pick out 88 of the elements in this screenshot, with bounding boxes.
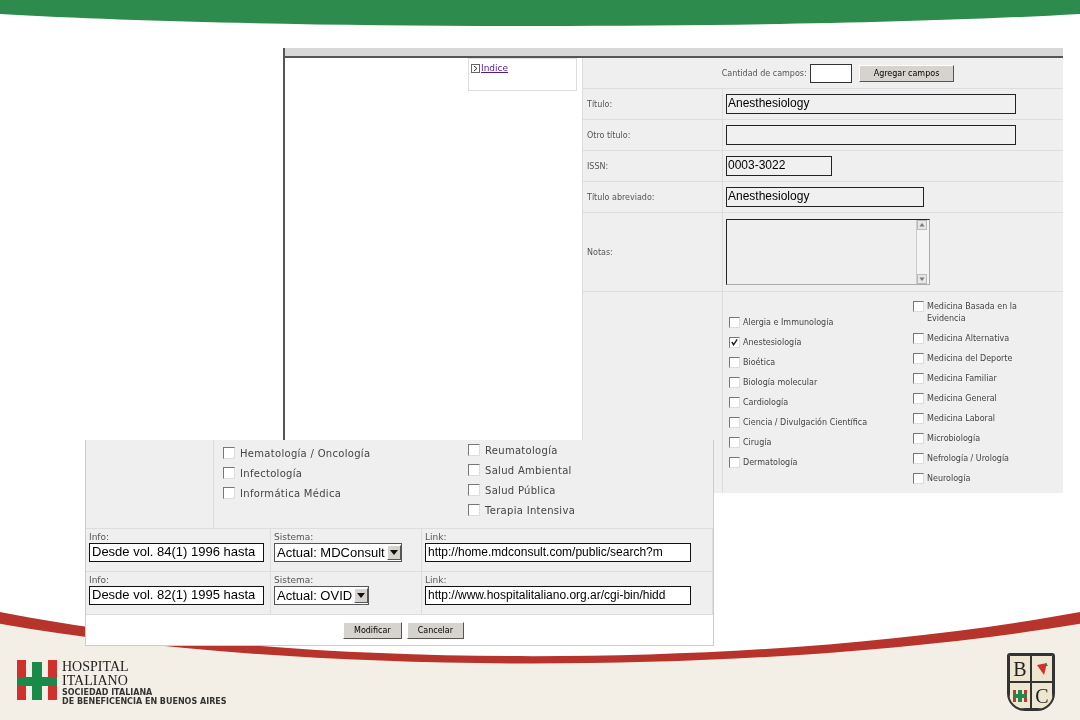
checkbox-label: Cirugía xyxy=(743,436,772,449)
scrollbar[interactable] xyxy=(916,220,929,284)
index-link[interactable]: Indice xyxy=(481,63,509,73)
crest-letter: B xyxy=(1013,658,1027,679)
checkbox-label: Biología molecular xyxy=(743,376,818,389)
notes-textarea[interactable] xyxy=(726,219,930,285)
hospital-cross-logo-icon xyxy=(17,660,57,700)
checkbox[interactable] xyxy=(729,396,740,408)
checkbox-label: Anestesiología xyxy=(743,336,802,349)
checkbox-label: Infectología xyxy=(240,467,303,479)
field-label: Notas: xyxy=(587,247,613,257)
checkbox-label: Nefrología / Urología xyxy=(927,452,1009,465)
checkbox[interactable] xyxy=(913,300,924,312)
field-label: Cantidad de campos: xyxy=(721,68,807,78)
checkbox-label: Salud Pública xyxy=(485,484,556,496)
form-button[interactable]: Modificar xyxy=(343,621,402,639)
field-label: ISSN: xyxy=(587,161,609,171)
checkbox[interactable] xyxy=(913,432,924,444)
checkbox[interactable] xyxy=(913,352,924,364)
field-label: Título abreviado: xyxy=(587,192,655,202)
logo-name: HOSPITAL xyxy=(62,660,130,674)
checkbox-label: Alergia e Immunología xyxy=(743,316,834,329)
field-label: Info: xyxy=(89,575,111,585)
checkbox-label: Hematología / Oncología xyxy=(240,447,371,459)
input-field[interactable]: Desde vol. 84(1) 1996 hasta xyxy=(89,543,264,562)
checkbox-label: Medicina Alternativa xyxy=(927,332,1010,345)
checkbox[interactable] xyxy=(729,376,740,388)
form-button[interactable]: Cancelar xyxy=(406,621,464,639)
checkbox-label: Informática Médica xyxy=(240,487,342,499)
checkbox[interactable] xyxy=(729,356,740,368)
scroll-up-icon[interactable] xyxy=(917,220,927,230)
checkbox-label: Neurología xyxy=(927,472,971,485)
input-field[interactable]: Anesthesiology xyxy=(726,94,1016,114)
logo-tagline: DE BENEFICENCIA EN BUENOS AIRES xyxy=(62,697,227,706)
checkbox-label: Cardiología xyxy=(743,396,789,409)
input-field[interactable]: 0003-3022 xyxy=(726,156,832,176)
field-label: Info: xyxy=(89,532,111,542)
checkbox[interactable] xyxy=(468,484,480,496)
input-field[interactable]: http://www.hospitalitaliano.org.ar/cgi-bin/hidd xyxy=(425,586,691,605)
checkbox[interactable] xyxy=(729,336,740,348)
cross-icon xyxy=(1013,688,1027,703)
checkbox[interactable] xyxy=(729,316,740,328)
checkbox[interactable] xyxy=(729,416,740,428)
checkbox-label: Bioética xyxy=(743,356,776,369)
checkbox[interactable] xyxy=(468,444,480,456)
checkbox-label: Ciencia / Divulgación Científica xyxy=(743,416,868,429)
input-field[interactable]: Anesthesiology xyxy=(726,187,924,207)
expand-icon xyxy=(471,64,480,73)
checkbox[interactable] xyxy=(223,447,235,459)
logo-name: ITALIANO xyxy=(62,674,129,688)
field-label: Otro título: xyxy=(587,130,631,140)
field-label: Link: xyxy=(425,575,448,585)
field-label: Título: xyxy=(587,99,613,109)
checkbox[interactable] xyxy=(913,452,924,464)
checkbox-label: Medicina Familiar xyxy=(927,372,997,385)
checkbox[interactable] xyxy=(223,467,235,479)
add-fields-button[interactable]: Agregar campos xyxy=(858,64,955,82)
logo-tagline: SOCIEDAD ITALIANA xyxy=(62,688,154,697)
field-label: Sistema: xyxy=(274,532,315,542)
checkbox[interactable] xyxy=(913,412,924,424)
input-field[interactable] xyxy=(809,63,852,83)
checkbox[interactable] xyxy=(913,472,924,484)
checkbox-label: Medicina General xyxy=(927,392,997,405)
crest-letter: C xyxy=(1035,685,1049,706)
checkbox[interactable] xyxy=(223,487,235,499)
checkbox[interactable] xyxy=(913,392,924,404)
checkbox-label: Medicina Laboral xyxy=(927,412,995,425)
field-label: Sistema: xyxy=(274,575,315,585)
checkbox-label: Microbiología xyxy=(927,432,981,445)
checkbox[interactable] xyxy=(729,456,740,468)
checkbox-label: Salud Ambiental xyxy=(485,464,572,476)
checkbox-label: Terapia Intensiva xyxy=(485,504,576,516)
field-label: Link: xyxy=(425,532,448,542)
input-field[interactable]: http://home.mdconsult.com/public/search?m xyxy=(425,543,691,562)
checkbox[interactable] xyxy=(729,436,740,448)
checkbox-label: Medicina Basada en la Evidencia xyxy=(927,300,1018,325)
checkbox-label: Medicina del Deporte xyxy=(927,352,1013,365)
checkbox[interactable] xyxy=(468,464,480,476)
checkbox[interactable] xyxy=(468,504,480,516)
checkbox-label: Reumatología xyxy=(485,444,558,456)
input-field[interactable] xyxy=(726,125,1016,145)
checkbox[interactable] xyxy=(913,372,924,384)
checkbox[interactable] xyxy=(913,332,924,344)
input-field[interactable]: Desde vol. 82(1) 1995 hasta xyxy=(89,586,264,605)
checkbox-label: Dermatología xyxy=(743,456,798,469)
system-dropdown[interactable]: Actual: MDConsult xyxy=(274,543,402,562)
scroll-down-icon[interactable] xyxy=(917,274,927,284)
system-dropdown[interactable]: Actual: OVID xyxy=(274,586,370,605)
